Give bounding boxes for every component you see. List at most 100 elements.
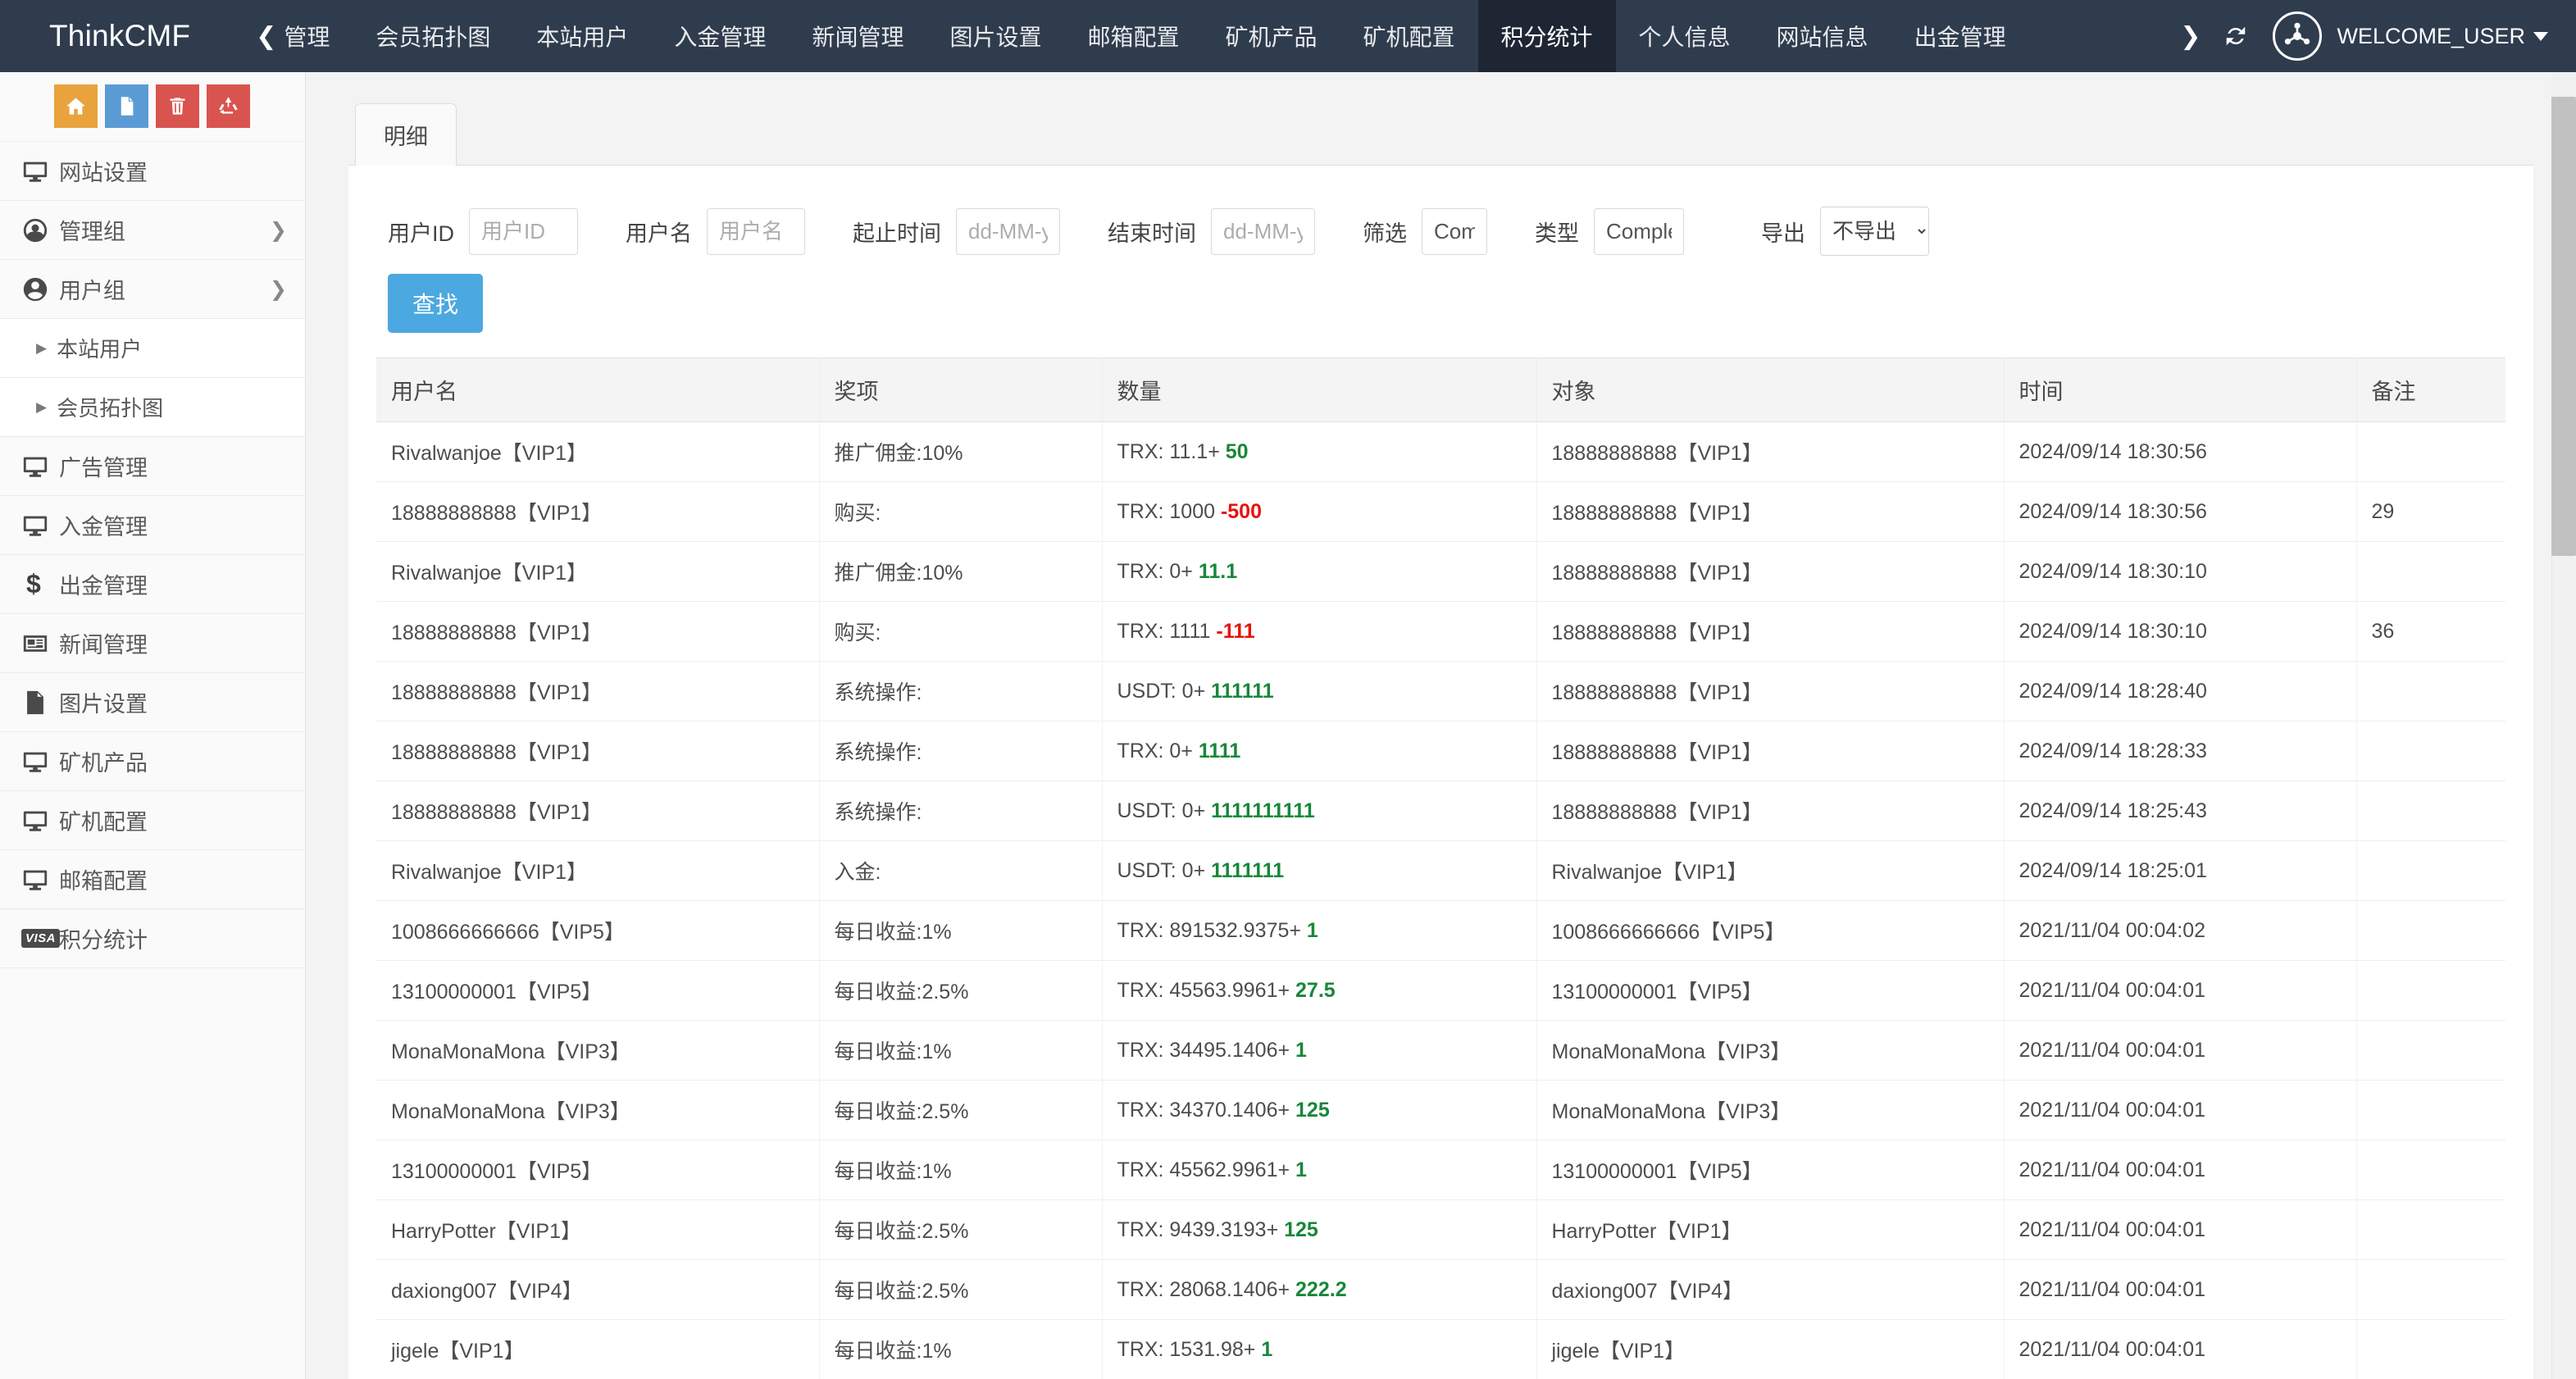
table-row[interactable]: 13100000001【VIP5】 每日收益:1% TRX: 45562.9961+… [376, 1140, 2505, 1200]
table-row[interactable]: 18888888888【VIP1】 购买: TRX: 1111 -111 188888… [376, 601, 2505, 662]
cell-quantity: TRX: 891532.9375+ 1 [1102, 900, 1537, 961]
nav-item-miner-config[interactable]: 矿机配置 [1340, 0, 1478, 72]
cell-quantity: TRX: 34370.1406+ 125 [1102, 1080, 1537, 1140]
table-row[interactable]: 18888888888【VIP1】 系统操作: USDT: 0+ 111111111… [376, 781, 2505, 841]
sidebar-item-news-management[interactable]: 新闻管理 [0, 614, 305, 673]
sidebar-item-deposit-management[interactable]: 入金管理 [0, 496, 305, 555]
table-row[interactable]: 18888888888【VIP1】 购买: TRX: 1000 -500 188888… [376, 481, 2505, 542]
app-brand[interactable]: ThinkCMF [0, 0, 233, 72]
cell-quantity: TRX: 34495.1406+ 1 [1102, 1020, 1537, 1081]
cell-note [2356, 1140, 2505, 1200]
nav-item-withdraw-management[interactable]: 出金管理 [1891, 0, 2029, 72]
chevron-down-icon [2533, 31, 2548, 41]
sidebar-item-ad-management[interactable]: 广告管理 [0, 437, 305, 496]
table-row[interactable]: Rivalwanjoe【VIP1】 推广佣金:10% TRX: 0+ 11.1 188… [376, 541, 2505, 602]
type-select-input[interactable] [1594, 207, 1684, 255]
visa-icon: VISA [21, 929, 61, 948]
scroll-up-button[interactable] [2551, 72, 2576, 95]
table-row[interactable]: 13100000001【VIP5】 每日收益:2.5% TRX: 45563.996… [376, 960, 2505, 1021]
sidebar-item-user-group[interactable]: 用户组 ❯ [0, 260, 305, 319]
column-header-object[interactable]: 对象 [1536, 357, 2005, 422]
cell-note [2356, 1080, 2505, 1140]
cell-quantity: TRX: 0+ 1111 [1102, 721, 1537, 781]
cell-time: 2021/11/04 00:04:01 [2004, 1259, 2357, 1320]
nav-item-image-settings[interactable]: 图片设置 [926, 0, 1064, 72]
tab-detail[interactable]: 明细 [355, 103, 457, 166]
sidebar-item-label: 会员拓扑图 [57, 396, 164, 421]
column-header-note[interactable]: 备注 [2356, 357, 2505, 422]
cell-quantity: USDT: 0+ 1111111 [1102, 840, 1537, 901]
chevron-right-icon[interactable]: ❯ [2169, 22, 2212, 51]
nav-item-miner-products[interactable]: 矿机产品 [1202, 0, 1340, 72]
nav-item-back-management[interactable]: ❮ 管理 [233, 0, 353, 72]
export-select[interactable]: 不导出 [1820, 207, 1929, 256]
column-header-quantity[interactable]: 数量 [1102, 357, 1537, 422]
nav-item-news-management[interactable]: 新闻管理 [789, 0, 926, 72]
nav-item-site-users[interactable]: 本站用户 [513, 0, 651, 72]
cell-quantity: TRX: 0+ 11.1 [1102, 541, 1537, 602]
cell-award: 推广佣金:10% [819, 541, 1103, 602]
sidebar-item-admin-group[interactable]: 管理组 ❯ [0, 201, 305, 260]
user-id-input[interactable] [469, 207, 578, 255]
start-date-input[interactable] [956, 207, 1060, 255]
table-row[interactable]: 1008666666666【VIP5】 每日收益:1% TRX: 891532.93… [376, 900, 2505, 961]
sidebar-item-site-settings[interactable]: 网站设置 [0, 142, 305, 201]
sidebar-item-email-config[interactable]: 邮箱配置 [0, 850, 305, 909]
cell-username: daxiong007【VIP4】 [376, 1259, 820, 1320]
sidebar-item-points-statistics[interactable]: VISA 积分统计 [0, 909, 305, 968]
table-row[interactable]: Rivalwanjoe【VIP1】 推广佣金:10% TRX: 11.1+ 50 18… [376, 421, 2505, 482]
nav-item-personal-info[interactable]: 个人信息 [1616, 0, 1754, 72]
cell-time: 2021/11/04 00:04:01 [2004, 1199, 2357, 1260]
screen-select-input[interactable] [1422, 207, 1487, 255]
nav-item-label: 本站用户 [536, 25, 629, 50]
table-head: 用户名 奖项 数量 对象 时间 备注 [376, 357, 2505, 422]
column-header-time[interactable]: 时间 [2004, 357, 2357, 422]
user-menu[interactable]: WELCOME_USER [2260, 11, 2548, 61]
newspaper-icon [21, 630, 59, 658]
search-button[interactable]: 查找 [388, 274, 484, 333]
table-row[interactable]: jigele【VIP1】 每日收益:1% TRX: 1531.98+ 1 jigele… [376, 1319, 2505, 1379]
cell-object: daxiong007【VIP4】 [1536, 1259, 2005, 1320]
sidebar-item-withdraw-management[interactable]: $ 出金管理 [0, 555, 305, 614]
sidebar-item-miner-products[interactable]: 矿机产品 [0, 732, 305, 791]
nav-item-site-info[interactable]: 网站信息 [1754, 0, 1891, 72]
cell-username: Rivalwanjoe【VIP1】 [376, 421, 820, 482]
sidebar-item-image-settings[interactable]: 图片设置 [0, 673, 305, 732]
cell-time: 2024/09/14 18:28:40 [2004, 661, 2357, 721]
cell-username: 1008666666666【VIP5】 [376, 900, 820, 961]
quantity-delta: 1 [1295, 1038, 1307, 1062]
cell-time: 2021/11/04 00:04:01 [2004, 1020, 2357, 1081]
sidebar-item-label: 矿机产品 [59, 751, 148, 776]
cell-award: 每日收益:2.5% [819, 960, 1103, 1021]
cell-object: Rivalwanjoe【VIP1】 [1536, 840, 2005, 901]
quantity-delta: 222.2 [1295, 1277, 1347, 1301]
table-row[interactable]: daxiong007【VIP4】 每日收益:2.5% TRX: 28068.1406… [376, 1259, 2505, 1320]
table-row[interactable]: MonaMonaMona【VIP3】 每日收益:2.5% TRX: 34370.14… [376, 1080, 2505, 1140]
home-icon[interactable] [54, 84, 98, 128]
nav-item-points-statistics[interactable]: 积分统计 [1477, 0, 1616, 72]
trash-icon[interactable] [156, 84, 199, 128]
nav-item-label: 出金管理 [1914, 25, 2006, 50]
quantity-delta: 50 [1225, 439, 1249, 463]
recycle-icon[interactable] [207, 84, 250, 128]
end-date-input[interactable] [1211, 207, 1315, 255]
cell-username: 18888888888【VIP1】 [376, 781, 820, 841]
table-row[interactable]: 18888888888【VIP1】 系统操作: TRX: 0+ 1111 188888… [376, 721, 2505, 781]
column-header-award[interactable]: 奖项 [819, 357, 1103, 422]
nav-item-deposit-management[interactable]: 入金管理 [651, 0, 789, 72]
sidebar-item-miner-config[interactable]: 矿机配置 [0, 791, 305, 850]
table-row[interactable]: 18888888888【VIP1】 系统操作: USDT: 0+ 111111 188… [376, 661, 2505, 721]
vertical-scrollbar[interactable] [2551, 72, 2576, 1379]
column-header-username[interactable]: 用户名 [376, 357, 820, 422]
user-name-input[interactable] [707, 207, 805, 255]
table-row[interactable]: MonaMonaMona【VIP3】 每日收益:1% TRX: 34495.1406… [376, 1020, 2505, 1081]
sidebar-item-site-users[interactable]: ▶ 本站用户 [0, 319, 305, 378]
file-icon[interactable] [105, 84, 148, 128]
table-row[interactable]: Rivalwanjoe【VIP1】 入金: USDT: 0+ 1111111 Riva… [376, 840, 2505, 901]
sidebar-item-member-topology[interactable]: ▶ 会员拓扑图 [0, 378, 305, 437]
nav-item-email-config[interactable]: 邮箱配置 [1064, 0, 1202, 72]
table-row[interactable]: HarryPotter【VIP1】 每日收益:2.5% TRX: 9439.3193… [376, 1199, 2505, 1260]
nav-item-member-topology[interactable]: 会员拓扑图 [353, 0, 513, 72]
refresh-icon[interactable] [2212, 24, 2260, 48]
scrollbar-thumb[interactable] [2551, 97, 2576, 556]
